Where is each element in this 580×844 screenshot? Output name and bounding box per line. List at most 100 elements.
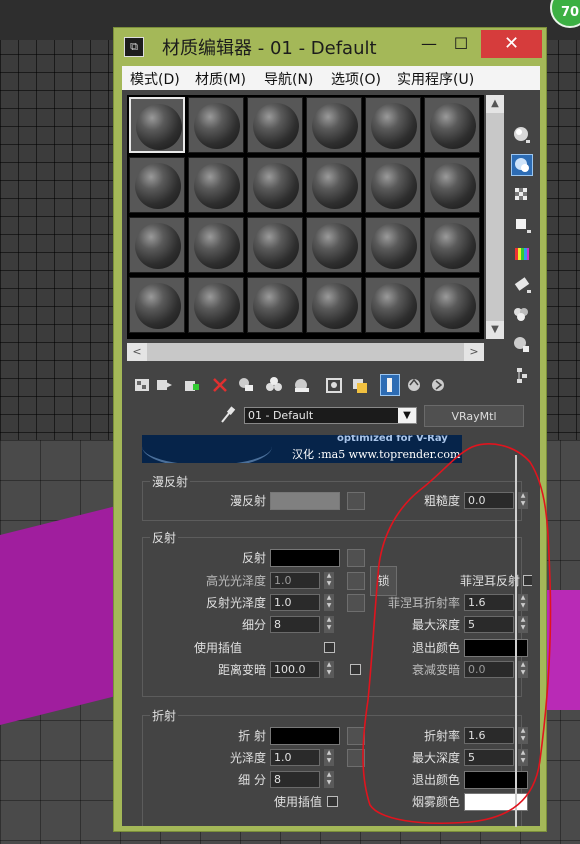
ior-field[interactable]: 1.6 — [464, 727, 514, 744]
scroll-left-arrow-icon[interactable]: < — [127, 343, 147, 361]
slots-vertical-scrollbar[interactable]: ▲ ▼ — [486, 95, 504, 339]
sample-slot[interactable] — [247, 217, 303, 273]
sample-uv-tiling-icon[interactable] — [511, 214, 533, 236]
dim-falloff-spinner[interactable]: ▲ ▼ — [518, 661, 528, 678]
menu-material[interactable]: 材质(M) — [195, 69, 246, 89]
fresnel-ior-spinner[interactable]: ▲ ▼ — [518, 594, 528, 611]
options-icon[interactable] — [511, 304, 533, 326]
sample-slot[interactable] — [306, 217, 362, 273]
sample-slot[interactable] — [306, 157, 362, 213]
make-unique-icon[interactable] — [236, 374, 256, 396]
dim-distance-spinner[interactable]: ▲ ▼ — [324, 661, 334, 678]
sample-slot[interactable] — [424, 277, 480, 333]
reflection-use-interpolation-checkbox[interactable] — [324, 642, 335, 653]
lock-button[interactable]: 锁 — [370, 566, 397, 596]
get-material-icon[interactable] — [132, 374, 152, 396]
copy-material-icon[interactable] — [264, 374, 284, 396]
menu-mode[interactable]: 模式(D) — [130, 69, 180, 89]
delete-icon[interactable] — [210, 374, 230, 396]
parameters-scrollbar[interactable] — [513, 455, 519, 827]
assign-to-selection-icon[interactable] — [182, 374, 202, 396]
sample-slot[interactable] — [188, 277, 244, 333]
sample-slot[interactable] — [247, 97, 303, 153]
sample-slot[interactable] — [129, 157, 185, 213]
dim-distance-checkbox[interactable] — [350, 664, 361, 675]
hilight-glossiness-map-button[interactable] — [347, 572, 365, 590]
sample-slot[interactable] — [365, 157, 421, 213]
hilight-glossiness-field[interactable]: 1.0 — [270, 572, 320, 589]
refraction-subdivs-field[interactable]: 8 — [270, 771, 320, 788]
refract-color-swatch[interactable] — [270, 727, 340, 745]
reflection-glossiness-spinner[interactable]: ▲ ▼ — [324, 594, 334, 611]
reflection-glossiness-field[interactable]: 1.0 — [270, 594, 320, 611]
sample-slot[interactable] — [365, 97, 421, 153]
maximize-button[interactable]: ☐ — [446, 30, 476, 58]
reflection-subdivs-field[interactable]: 8 — [270, 616, 320, 633]
refraction-use-interpolation-checkbox[interactable] — [327, 796, 338, 807]
scroll-up-arrow-icon[interactable]: ▲ — [486, 95, 504, 113]
reflect-map-button[interactable] — [347, 549, 365, 567]
backlight-icon[interactable] — [511, 154, 533, 176]
material-name-dropdown-arrow-icon[interactable]: ▼ — [398, 408, 416, 423]
sample-slot[interactable] — [424, 157, 480, 213]
reflection-max-depth-spinner[interactable]: ▲ ▼ — [518, 616, 528, 633]
sample-slot[interactable] — [306, 277, 362, 333]
hilight-glossiness-spinner[interactable]: ▲ ▼ — [324, 572, 334, 589]
fresnel-reflection-checkbox[interactable] — [523, 575, 532, 586]
dim-distance-field[interactable]: 100.0 — [270, 661, 320, 678]
sample-slot[interactable] — [424, 97, 480, 153]
reflection-glossiness-map-button[interactable] — [347, 594, 365, 612]
menu-options[interactable]: 选项(O) — [331, 69, 381, 89]
menu-utilities[interactable]: 实用程序(U) — [397, 69, 474, 89]
refract-map-button[interactable] — [347, 727, 365, 745]
refraction-glossiness-field[interactable]: 1.0 — [270, 749, 320, 766]
sample-slot[interactable] — [247, 157, 303, 213]
fresnel-ior-field[interactable]: 1.6 — [464, 594, 514, 611]
refraction-max-depth-field[interactable]: 5 — [464, 749, 514, 766]
put-to-library-icon[interactable] — [292, 374, 312, 396]
show-end-result-icon[interactable] — [380, 374, 400, 396]
sample-slot[interactable] — [188, 97, 244, 153]
show-in-viewport-icon[interactable] — [350, 374, 370, 396]
diffuse-color-swatch[interactable] — [270, 492, 340, 510]
refraction-glossiness-spinner[interactable]: ▲ ▼ — [324, 749, 334, 766]
roughness-field[interactable]: 0.0 — [464, 492, 514, 509]
material-name-field[interactable]: 01 - Default — [244, 407, 417, 424]
material-type-button[interactable]: VRayMtl — [424, 405, 524, 427]
refraction-max-depth-spinner[interactable]: ▲ ▼ — [518, 749, 528, 766]
video-color-check-icon[interactable] — [511, 244, 533, 266]
title-bar[interactable]: ⧉ 材质编辑器 - 01 - Default — ☐ ✕ — [114, 28, 546, 64]
sample-slot[interactable] — [129, 277, 185, 333]
minimize-button[interactable]: — — [414, 30, 444, 58]
sample-slot[interactable] — [129, 217, 185, 273]
sample-slot[interactable] — [424, 217, 480, 273]
slots-horizontal-scrollbar[interactable]: < > — [127, 343, 484, 361]
put-to-scene-icon[interactable] — [154, 374, 174, 396]
sample-slot[interactable] — [188, 157, 244, 213]
select-by-material-icon[interactable] — [511, 334, 533, 356]
dim-falloff-field[interactable]: 0.0 — [464, 661, 514, 678]
make-preview-icon[interactable] — [511, 274, 533, 296]
app-icon[interactable]: ⧉ — [124, 37, 144, 57]
background-checker-icon[interactable] — [511, 184, 533, 206]
sample-type-sphere-icon[interactable] — [511, 124, 533, 146]
material-id-channel-icon[interactable] — [324, 374, 344, 396]
pick-material-eyedropper-icon[interactable] — [219, 404, 237, 424]
ior-spinner[interactable]: ▲ ▼ — [518, 727, 528, 744]
sample-slot[interactable] — [129, 97, 185, 153]
sample-slot[interactable] — [365, 217, 421, 273]
go-forward-to-sibling-icon[interactable] — [428, 374, 448, 396]
refraction-subdivs-spinner[interactable]: ▲ ▼ — [324, 771, 334, 788]
refraction-glossiness-map-button[interactable] — [347, 749, 365, 767]
roughness-spinner[interactable]: ▲ ▼ — [518, 492, 528, 509]
sample-slot[interactable] — [188, 217, 244, 273]
scroll-down-arrow-icon[interactable]: ▼ — [486, 321, 504, 339]
menu-navigation[interactable]: 导航(N) — [264, 69, 313, 89]
diffuse-map-button[interactable] — [347, 492, 365, 510]
sample-slot[interactable] — [365, 277, 421, 333]
go-to-parent-icon[interactable] — [404, 374, 424, 396]
close-button[interactable]: ✕ — [481, 30, 542, 58]
reflection-subdivs-spinner[interactable]: ▲ ▼ — [324, 616, 334, 633]
reflect-color-swatch[interactable] — [270, 549, 340, 567]
sample-slot[interactable] — [247, 277, 303, 333]
